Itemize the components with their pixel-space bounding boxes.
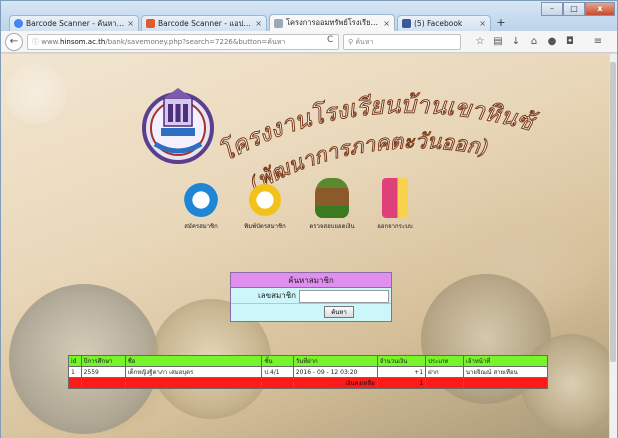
- info-icon[interactable]: ⓘ: [32, 38, 41, 46]
- tab-strip: Barcode Scanner - ค้นหาด้ว... × Barcode …: [1, 1, 617, 31]
- menu-logout[interactable]: ออกจากระบบ: [365, 178, 425, 231]
- total-empty-cell: [68, 377, 82, 389]
- close-tab-icon[interactable]: ×: [127, 19, 134, 28]
- cartoon-icon: [248, 178, 282, 218]
- table-cell: 1: [68, 366, 82, 378]
- table-header: จำนวนเงิน: [376, 355, 427, 367]
- new-tab-button[interactable]: +: [493, 15, 509, 30]
- close-window-button[interactable]: x: [585, 2, 615, 16]
- coin-image: [6, 64, 66, 124]
- total-empty-cell: [462, 377, 549, 389]
- facebook-icon: [402, 19, 411, 28]
- tab-title: (5) Facebook: [414, 19, 463, 28]
- search-placeholder: ค้นหา: [355, 38, 374, 46]
- total-label: เงินคงเหลือ: [292, 377, 378, 389]
- member-id-row: เลขสมาชิก: [231, 288, 391, 304]
- scrollbar-thumb[interactable]: [610, 62, 616, 362]
- menu-print-card[interactable]: พิมพ์บัตรสมาชิก: [235, 178, 295, 231]
- table-header: เจ้าหน้าที่: [462, 355, 549, 367]
- navigation-bar: ← ⓘ www.hinsom.ac.th/bank/savemoney.php?…: [1, 31, 617, 53]
- menu-check-balance[interactable]: ตรวจสอบยอดเงิน: [302, 178, 362, 231]
- browser-window: Barcode Scanner - ค้นหาด้ว... × Barcode …: [0, 0, 618, 438]
- member-search-box: ค้นหาสมาชิก เลขสมาชิก ค้นหา: [230, 272, 392, 322]
- member-id-input[interactable]: [299, 290, 389, 303]
- total-empty-cell: [80, 377, 126, 389]
- search-button-row: ค้นหา: [231, 304, 391, 321]
- scrollbar[interactable]: [609, 54, 617, 438]
- url-prefix: www.: [41, 38, 60, 46]
- close-tab-icon[interactable]: ×: [479, 19, 486, 28]
- total-value: 1: [376, 377, 427, 389]
- table-header: ปีการศึกษา: [80, 355, 126, 367]
- close-tab-icon[interactable]: ×: [255, 19, 262, 28]
- bookmark-star-icon[interactable]: ☆: [473, 35, 487, 49]
- menu-check-balance-label: ตรวจสอบยอดเงิน: [309, 223, 355, 230]
- reload-icon[interactable]: C: [327, 35, 333, 45]
- table-cell: 2016 - 09 - 12 03:20: [292, 366, 378, 378]
- tab-title: โครงการออมทรัพย์โรงเรียนบ้าน...: [286, 18, 381, 27]
- tab-savings-project[interactable]: โครงการออมทรัพย์โรงเรียนบ้าน... ×: [269, 14, 395, 31]
- banner-line-1: โครงงานโรงเรียนบ้านเขาหินซ้อน: [215, 92, 542, 168]
- farmer-icon: [315, 178, 349, 218]
- table-header: id: [68, 355, 82, 367]
- search-button[interactable]: ค้นหา: [324, 306, 354, 318]
- menu-register[interactable]: สมัครสมาชิก: [171, 178, 231, 231]
- menu-register-label: สมัครสมาชิก: [184, 223, 218, 230]
- maximize-button[interactable]: □: [563, 2, 585, 16]
- search-bar[interactable]: ⚲ ค้นหา: [343, 34, 461, 50]
- menu-print-card-label: พิมพ์บัตรสมาชิก: [244, 223, 286, 230]
- table-header: ชื่อ: [124, 355, 263, 367]
- play-store-icon: [146, 19, 155, 28]
- table-header: ประเภท: [425, 355, 464, 367]
- back-button[interactable]: ←: [5, 33, 23, 51]
- total-empty-cell: [425, 377, 464, 389]
- table-cell: +1: [376, 366, 427, 378]
- table-row: 1 2559 เด็กหญิงฐิตาภา เสมอบุตร ป.4/1 201…: [68, 366, 549, 378]
- pocket-icon[interactable]: ◘: [563, 35, 577, 49]
- table-cell: ฝาก: [425, 366, 464, 378]
- google-icon: [14, 19, 23, 28]
- close-tab-icon[interactable]: ×: [383, 19, 390, 28]
- download-icon[interactable]: ↓: [509, 35, 523, 49]
- tab-facebook[interactable]: (5) Facebook ×: [397, 15, 491, 31]
- tab-title: Barcode Scanner - ค้นหาด้ว...: [26, 18, 125, 28]
- school-logo: [142, 88, 214, 164]
- menu-icon[interactable]: ≡: [591, 35, 605, 49]
- address-bar[interactable]: ⓘ www.hinsom.ac.th/bank/savemoney.php?se…: [27, 34, 339, 50]
- minimize-button[interactable]: –: [541, 2, 563, 16]
- doraemon-icon: [184, 178, 218, 218]
- svg-text:โครงงานโรงเรียนบ้านเขาหินซ้อน: โครงงานโรงเรียนบ้านเขาหินซ้อน: [215, 92, 541, 167]
- chat-icon[interactable]: ●: [545, 35, 559, 49]
- url-path: /bank/savemoney.php?search=7226&button=ค…: [105, 38, 286, 46]
- reading-list-icon[interactable]: ▤: [491, 35, 505, 49]
- savings-table: id ปีการศึกษา ชื่อ ชั้น วันที่ฝาก จำนวนเ…: [68, 355, 549, 389]
- url-host: hinsom.ac.th: [60, 38, 106, 46]
- page-content: โครงงานโรงเรียนบ้านเขาหินซ้อน (พัฒนาการภ…: [1, 54, 617, 438]
- table-cell: เด็กหญิงฐิตาภา เสมอบุตร: [124, 366, 263, 378]
- tab-title: Barcode Scanner - แอปพลิ...: [158, 18, 253, 28]
- home-icon[interactable]: ⌂: [527, 35, 541, 49]
- table-header: ชั้น: [261, 355, 294, 367]
- table-cell: ป.4/1: [261, 366, 294, 378]
- table-cell: นายจิณณ์ สายเทือน: [462, 366, 549, 378]
- menu-logout-label: ออกจากระบบ: [377, 223, 413, 230]
- member-search-title: ค้นหาสมาชิก: [231, 273, 391, 288]
- table-header-row: id ปีการศึกษา ชื่อ ชั้น วันที่ฝาก จำนวนเ…: [68, 355, 549, 367]
- door-icon: [382, 178, 408, 218]
- total-empty-cell: [261, 377, 294, 389]
- total-row: เงินคงเหลือ 1: [68, 377, 549, 389]
- page-icon: [274, 18, 283, 28]
- table-cell: 2559: [80, 366, 126, 378]
- total-empty-cell: [124, 377, 263, 389]
- tab-barcode-play[interactable]: Barcode Scanner - แอปพลิ... ×: [141, 15, 267, 31]
- table-header: วันที่ฝาก: [292, 355, 378, 367]
- member-id-label: เลขสมาชิก: [257, 291, 296, 300]
- tab-barcode-google[interactable]: Barcode Scanner - ค้นหาด้ว... ×: [9, 15, 139, 31]
